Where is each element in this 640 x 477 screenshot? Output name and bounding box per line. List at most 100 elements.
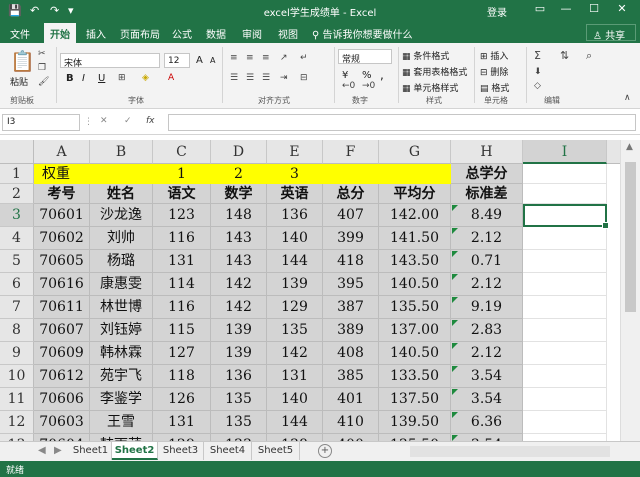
cell-b8[interactable]: 刘钰婷 — [90, 319, 153, 342]
cell-c13[interactable]: 129 — [153, 434, 211, 441]
cell-d1[interactable]: 2 — [211, 164, 267, 184]
cell-c2[interactable]: 语文 — [153, 184, 211, 204]
orientation-icon[interactable]: ↗ — [280, 53, 288, 63]
cell-d8[interactable]: 139 — [211, 319, 267, 342]
cell-f10[interactable]: 385 — [323, 365, 379, 388]
cell-i2[interactable] — [523, 184, 607, 204]
cell-b7[interactable]: 林世博 — [90, 296, 153, 319]
cell-f9[interactable]: 408 — [323, 342, 379, 365]
column-header-i[interactable]: I — [523, 140, 607, 164]
wrap-text-icon[interactable]: ↵ — [300, 53, 308, 63]
cell-a8[interactable]: 70607 — [34, 319, 90, 342]
underline-button[interactable]: U — [98, 73, 105, 84]
cell-b6[interactable]: 康惠雯 — [90, 273, 153, 296]
row-header-2[interactable]: 2 — [0, 184, 34, 204]
column-header-f[interactable]: F — [323, 140, 379, 164]
cell-f8[interactable]: 389 — [323, 319, 379, 342]
row-header-13[interactable]: 13 — [0, 434, 34, 441]
borders-icon[interactable]: ⊞ — [118, 73, 126, 83]
sheet-tab-sheet5[interactable]: Sheet5 — [252, 442, 300, 460]
cell-c10[interactable]: 118 — [153, 365, 211, 388]
cell-h8[interactable]: 2.83 — [451, 319, 523, 342]
copy-icon[interactable]: ❐ — [38, 63, 46, 73]
format-as-table-button[interactable]: ▦ 套用表格格式 — [402, 65, 467, 78]
row-header-3[interactable]: 3 — [0, 204, 34, 227]
row-header-12[interactable]: 12 — [0, 411, 34, 434]
cell-a13[interactable]: 70604 — [34, 434, 90, 441]
cell-f12[interactable]: 410 — [323, 411, 379, 434]
indent-icon[interactable]: ⇥ — [280, 73, 288, 83]
tab-review[interactable]: 审阅 — [242, 26, 262, 41]
align-middle-icon[interactable]: ≡ — [246, 53, 254, 63]
cell-d11[interactable]: 135 — [211, 388, 267, 411]
cell-a4[interactable]: 70602 — [34, 227, 90, 250]
cell-e6[interactable]: 139 — [267, 273, 323, 296]
cell-g13[interactable]: 135.50 — [379, 434, 451, 441]
cell-d4[interactable]: 143 — [211, 227, 267, 250]
cell-h3[interactable]: 8.49 — [451, 204, 523, 227]
cell-h10[interactable]: 3.54 — [451, 365, 523, 388]
align-center-icon[interactable]: ☰ — [246, 73, 254, 83]
row-header-8[interactable]: 8 — [0, 319, 34, 342]
cell-h12[interactable]: 6.36 — [451, 411, 523, 434]
italic-button[interactable]: I — [82, 73, 85, 84]
cell-i4[interactable] — [523, 227, 607, 250]
tab-home[interactable]: 开始 — [44, 23, 76, 43]
autosum-icon[interactable]: Σ — [534, 49, 541, 62]
cell-i11[interactable] — [523, 388, 607, 411]
sort-filter-icon[interactable]: ⇅ — [560, 49, 569, 62]
cell-e8[interactable]: 135 — [267, 319, 323, 342]
cell-f7[interactable]: 387 — [323, 296, 379, 319]
column-header-d[interactable]: D — [211, 140, 267, 164]
cell-g9[interactable]: 140.50 — [379, 342, 451, 365]
next-sheet-icon[interactable]: ▶ — [54, 445, 62, 456]
conditional-formatting-button[interactable]: ▦ 条件格式 — [402, 49, 449, 62]
cell-d6[interactable]: 142 — [211, 273, 267, 296]
cell-i1[interactable] — [523, 164, 607, 184]
column-header-g[interactable]: G — [379, 140, 451, 164]
cell-c9[interactable]: 127 — [153, 342, 211, 365]
cell-b2[interactable]: 姓名 — [90, 184, 153, 204]
cell-e12[interactable]: 144 — [267, 411, 323, 434]
cell-b12[interactable]: 王雪 — [90, 411, 153, 434]
horizontal-scrollbar[interactable] — [410, 446, 610, 457]
cell-d9[interactable]: 139 — [211, 342, 267, 365]
cell-i9[interactable] — [523, 342, 607, 365]
cell-d13[interactable]: 133 — [211, 434, 267, 441]
column-header-j[interactable] — [607, 140, 620, 164]
cell-g11[interactable]: 137.50 — [379, 388, 451, 411]
cell-i12[interactable] — [523, 411, 607, 434]
insert-function-icon[interactable]: fx — [146, 116, 155, 126]
cell-c3[interactable]: 123 — [153, 204, 211, 227]
tab-file[interactable]: 文件 — [10, 26, 30, 41]
cell-d3[interactable]: 148 — [211, 204, 267, 227]
cell-i13[interactable] — [523, 434, 607, 441]
cell-e13[interactable]: 138 — [267, 434, 323, 441]
insert-cells-button[interactable]: ⊞ 插入 — [480, 49, 508, 62]
align-left-icon[interactable]: ☰ — [230, 73, 238, 83]
row-header-5[interactable]: 5 — [0, 250, 34, 273]
row-header-9[interactable]: 9 — [0, 342, 34, 365]
fill-color-icon[interactable]: ◈ — [142, 73, 149, 83]
bold-button[interactable]: B — [66, 73, 74, 84]
cell-g5[interactable]: 143.50 — [379, 250, 451, 273]
shrink-font-button[interactable]: A — [210, 56, 215, 65]
cell-e9[interactable]: 142 — [267, 342, 323, 365]
sheet-tab-sheet3[interactable]: Sheet3 — [158, 442, 204, 460]
cell-c11[interactable]: 126 — [153, 388, 211, 411]
cut-icon[interactable]: ✂ — [38, 49, 46, 59]
cell-g7[interactable]: 135.50 — [379, 296, 451, 319]
cell-f5[interactable]: 418 — [323, 250, 379, 273]
cell-i10[interactable] — [523, 365, 607, 388]
cell-h5[interactable]: 0.71 — [451, 250, 523, 273]
sign-in-link[interactable]: 登录 — [487, 4, 507, 19]
cell-c5[interactable]: 131 — [153, 250, 211, 273]
delete-cells-button[interactable]: ⊟ 删除 — [480, 65, 508, 78]
fill-icon[interactable]: ⬇ — [534, 67, 542, 77]
select-all-corner[interactable] — [0, 140, 34, 164]
vertical-scrollbar[interactable]: ▲ — [620, 140, 640, 441]
cell-g6[interactable]: 140.50 — [379, 273, 451, 296]
paste-button-label[interactable]: 粘贴 — [10, 75, 28, 88]
cell-g10[interactable]: 133.50 — [379, 365, 451, 388]
align-bottom-icon[interactable]: ≡ — [262, 53, 270, 63]
